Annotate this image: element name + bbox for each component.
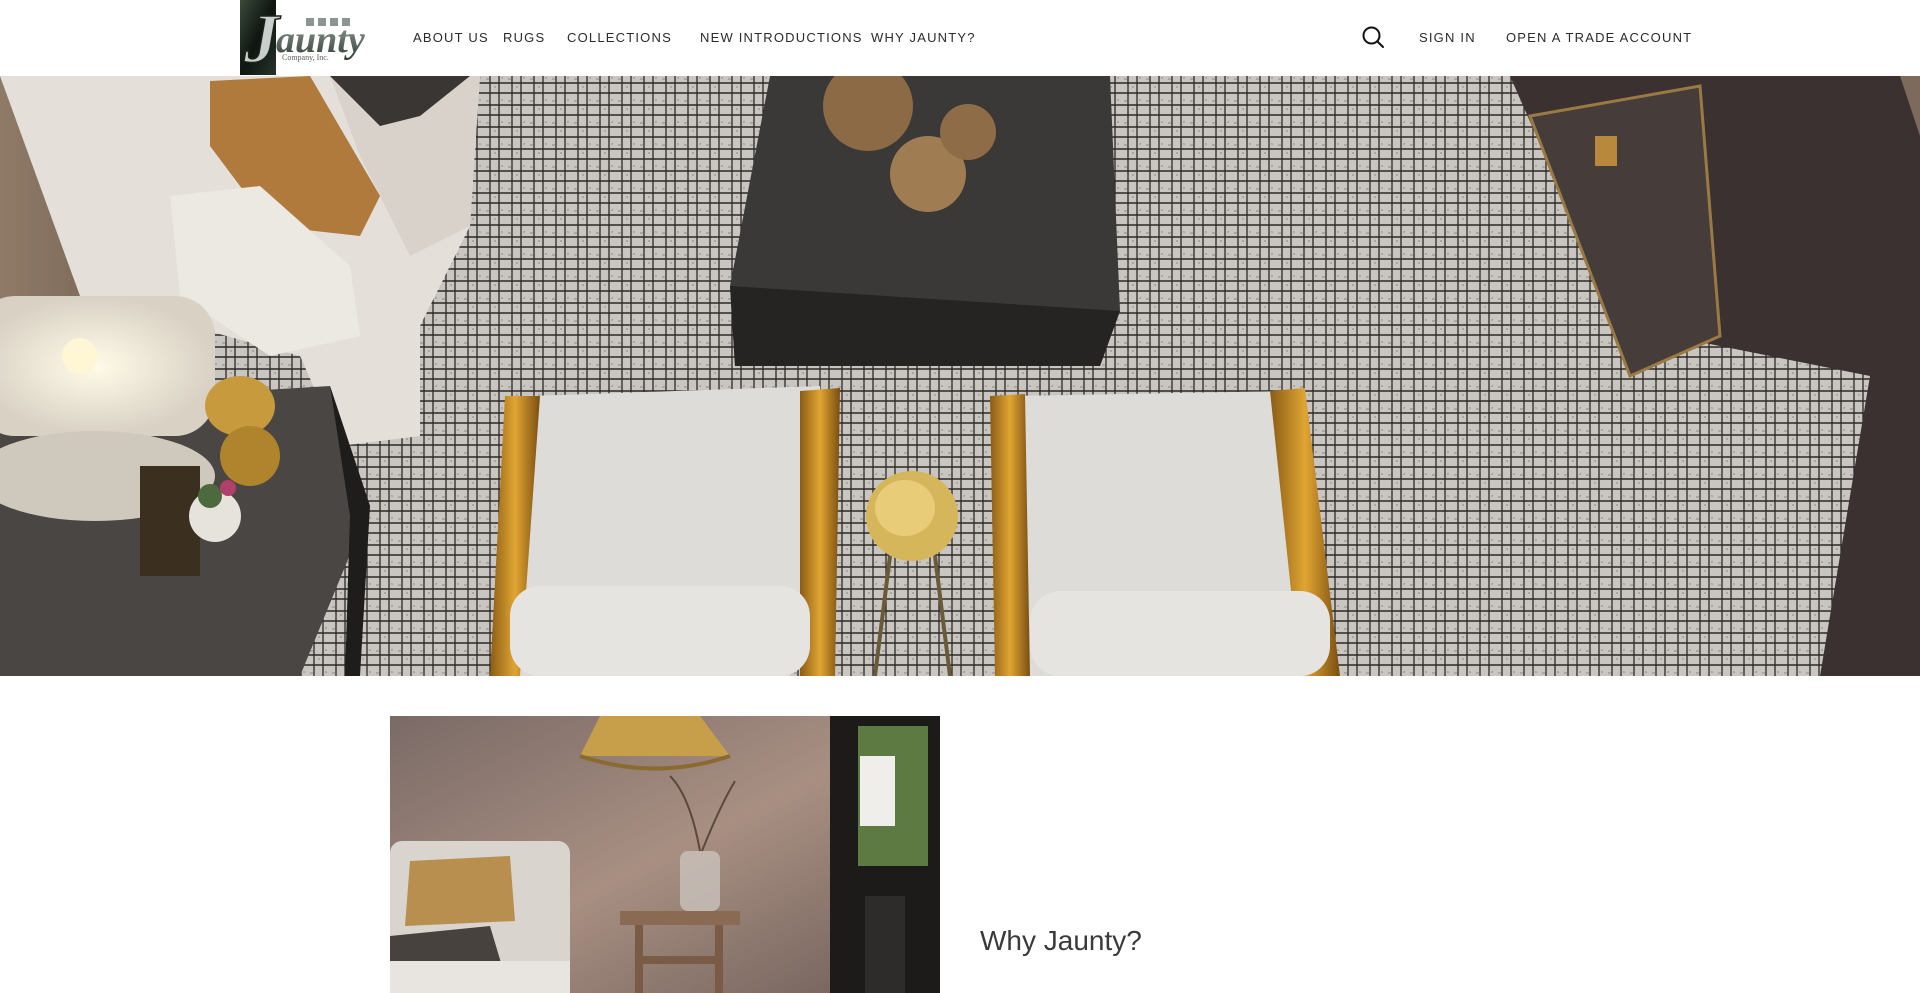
hero-living-room-illustration [0, 76, 1920, 676]
site-header: J aunty Company, Inc. ABOUT US RUGS COLL… [0, 0, 1920, 76]
nav-why-jaunty[interactable]: WHY JAUNTY? [871, 30, 976, 46]
nav-new-introductions[interactable]: NEW INTRODUCTIONS [700, 30, 863, 46]
search-icon[interactable] [1361, 25, 1385, 49]
nav-about-us[interactable]: ABOUT US [413, 30, 489, 46]
room-vignette-illustration [390, 716, 940, 993]
hero-image [0, 76, 1920, 676]
nav-rugs[interactable]: RUGS [503, 30, 545, 46]
open-trade-account-link[interactable]: OPEN A TRADE ACCOUNT [1506, 30, 1692, 46]
nav-collections[interactable]: COLLECTIONS [567, 30, 672, 46]
sign-in-link[interactable]: SIGN IN [1419, 30, 1476, 46]
why-jaunty-heading: Why Jaunty? [980, 925, 1142, 956]
svg-text:Company, Inc.: Company, Inc. [282, 53, 329, 62]
jaunty-logo[interactable]: J aunty Company, Inc. [240, 0, 375, 75]
why-jaunty-image [390, 716, 940, 993]
